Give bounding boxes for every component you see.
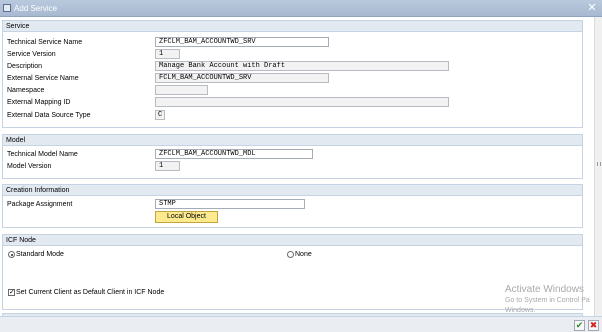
dialog-content: Service Technical Service Name ZFCLM_BAM… [0, 17, 594, 316]
standard-mode-label: Standard Mode [16, 251, 64, 258]
creation-info-group: Creation Information Package Assignment … [2, 184, 583, 228]
dialog-title: Add Service [14, 4, 58, 13]
namespace-field [155, 85, 208, 95]
external-service-name-field: FCLM_BAM_ACCOUNTWD_SRV [155, 73, 329, 83]
activate-windows-hint-2: Windows. [505, 307, 536, 314]
package-assignment-field[interactable]: STMP [155, 199, 305, 209]
external-data-source-type-label: External Data Source Type [7, 112, 91, 119]
external-data-source-type-field: C [155, 110, 165, 120]
icf-node-group-header: ICF Node [3, 235, 582, 246]
none-label: None [295, 251, 312, 258]
external-mapping-id-field [155, 97, 449, 107]
default-client-checkbox-label: Set Current Client as Default Client in … [16, 289, 165, 296]
cancel-x-icon[interactable]: ✖ [588, 320, 599, 331]
model-group-header: Model [3, 135, 582, 146]
package-assignment-label: Package Assignment [7, 201, 73, 208]
external-mapping-id-label: External Mapping ID [7, 99, 71, 106]
vertical-scrollbar[interactable] [594, 17, 602, 316]
window-icon [3, 4, 11, 12]
close-icon[interactable]: ✕ [586, 2, 598, 14]
technical-service-name-field[interactable]: ZFCLM_BAM_ACCOUNTWD_SRV [155, 37, 329, 47]
activate-windows-watermark: Activate Windows [505, 284, 584, 295]
local-object-button[interactable]: Local Object [155, 211, 218, 223]
namespace-label: Namespace [7, 87, 45, 94]
model-version-field: 1 [155, 161, 180, 171]
dialog-title-bar: Add Service ✕ [0, 0, 602, 17]
service-version-field: 1 [155, 49, 180, 59]
creation-info-group-header: Creation Information [3, 185, 582, 196]
dialog-footer: ✔ ✖ [0, 316, 602, 332]
activate-windows-hint: Go to System in Control Pa [505, 297, 590, 304]
technical-model-name-field[interactable]: ZFCLM_BAM_ACCOUNTWD_MDL [155, 149, 313, 159]
confirm-check-icon[interactable]: ✔ [574, 320, 585, 331]
service-version-label: Service Version [7, 51, 56, 58]
technical-model-name-label: Technical Model Name [7, 151, 78, 158]
standard-mode-radio[interactable] [8, 251, 15, 258]
service-group-header: Service [3, 21, 582, 32]
technical-service-name-label: Technical Service Name [7, 39, 83, 46]
model-group: Model Technical Model Name ZFCLM_BAM_ACC… [2, 134, 583, 179]
description-field: Manage Bank Account with Draft [155, 61, 449, 71]
description-label: Description [7, 63, 43, 70]
service-group: Service Technical Service Name ZFCLM_BAM… [2, 20, 583, 128]
scrollbar-grip-icon [597, 162, 601, 166]
default-client-checkbox[interactable]: ✓ [8, 289, 15, 296]
icf-node-group: ICF Node Standard Mode None ✓ Set Curren… [2, 234, 583, 310]
model-version-label: Model Version [7, 163, 52, 170]
external-service-name-label: External Service Name [7, 75, 79, 82]
none-radio[interactable] [287, 251, 294, 258]
